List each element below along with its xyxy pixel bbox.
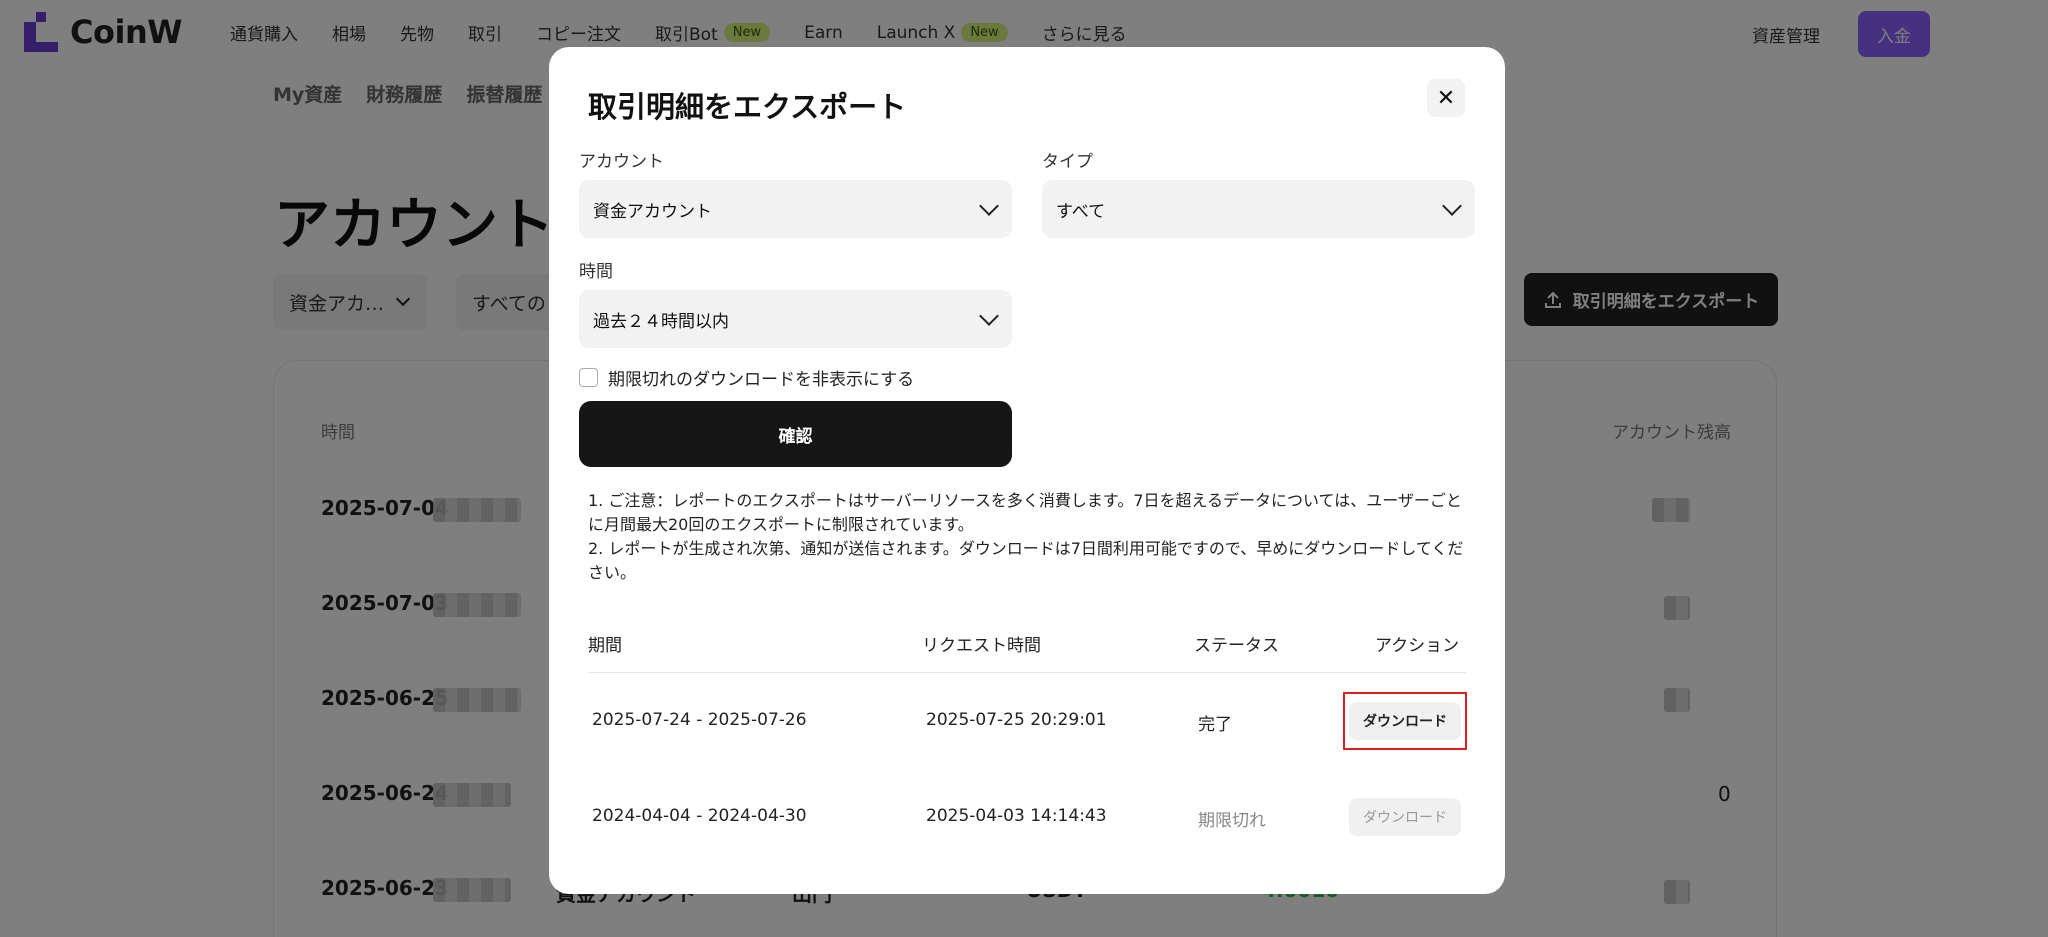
row-period: 2025-07-24 - 2025-07-26: [592, 710, 807, 730]
type-select[interactable]: すべて: [1042, 180, 1475, 238]
modal-title: 取引明細をエクスポート: [588, 90, 907, 124]
close-button[interactable]: ✕: [1427, 79, 1465, 117]
time-label: 時間: [579, 262, 613, 282]
row-request-time: 2025-07-25 20:29:01: [926, 710, 1107, 730]
row-status: 完了: [1198, 715, 1232, 735]
export-notice: 1. ご注意：レポートのエクスポートはサーバーリソースを多く消費します。7日を超…: [588, 489, 1468, 585]
row-status: 期限切れ: [1198, 811, 1266, 831]
chevron-down-icon: [979, 196, 999, 216]
download-button-disabled: ダウンロード: [1349, 798, 1461, 836]
header-divider: [588, 672, 1466, 673]
row-period: 2024-04-04 - 2024-04-30: [592, 806, 807, 826]
hide-expired-row: 期限切れのダウンロードを非表示にする: [579, 365, 914, 390]
hide-expired-label[interactable]: 期限切れのダウンロードを非表示にする: [608, 365, 914, 390]
export-statement-modal: 取引明細をエクスポート ✕ アカウント 資金アカウント タイプ すべて 時間 過…: [549, 47, 1505, 894]
row-request-time: 2025-04-03 14:14:43: [926, 806, 1107, 826]
col-action-header: アクション: [1375, 636, 1460, 656]
col-period-header: 期間: [588, 636, 622, 656]
col-status-header: ステータス: [1194, 636, 1279, 656]
notice-line-2: 2. レポートが生成され次第、通知が送信されます。ダウンロードは7日間利用可能で…: [588, 539, 1464, 582]
close-icon: ✕: [1436, 85, 1456, 111]
chevron-down-icon: [1442, 196, 1462, 216]
hide-expired-checkbox[interactable]: [579, 368, 598, 387]
type-label: タイプ: [1042, 152, 1093, 172]
account-label: アカウント: [579, 152, 664, 172]
col-request-time-header: リクエスト時間: [922, 636, 1041, 656]
highlight-box: [1343, 692, 1467, 750]
confirm-button[interactable]: 確認: [579, 401, 1012, 467]
account-select[interactable]: 資金アカウント: [579, 180, 1012, 238]
chevron-down-icon: [979, 306, 999, 326]
notice-line-1: 1. ご注意：レポートのエクスポートはサーバーリソースを多く消費します。7日を超…: [588, 491, 1462, 534]
time-select[interactable]: 過去２４時間以内: [579, 290, 1012, 348]
